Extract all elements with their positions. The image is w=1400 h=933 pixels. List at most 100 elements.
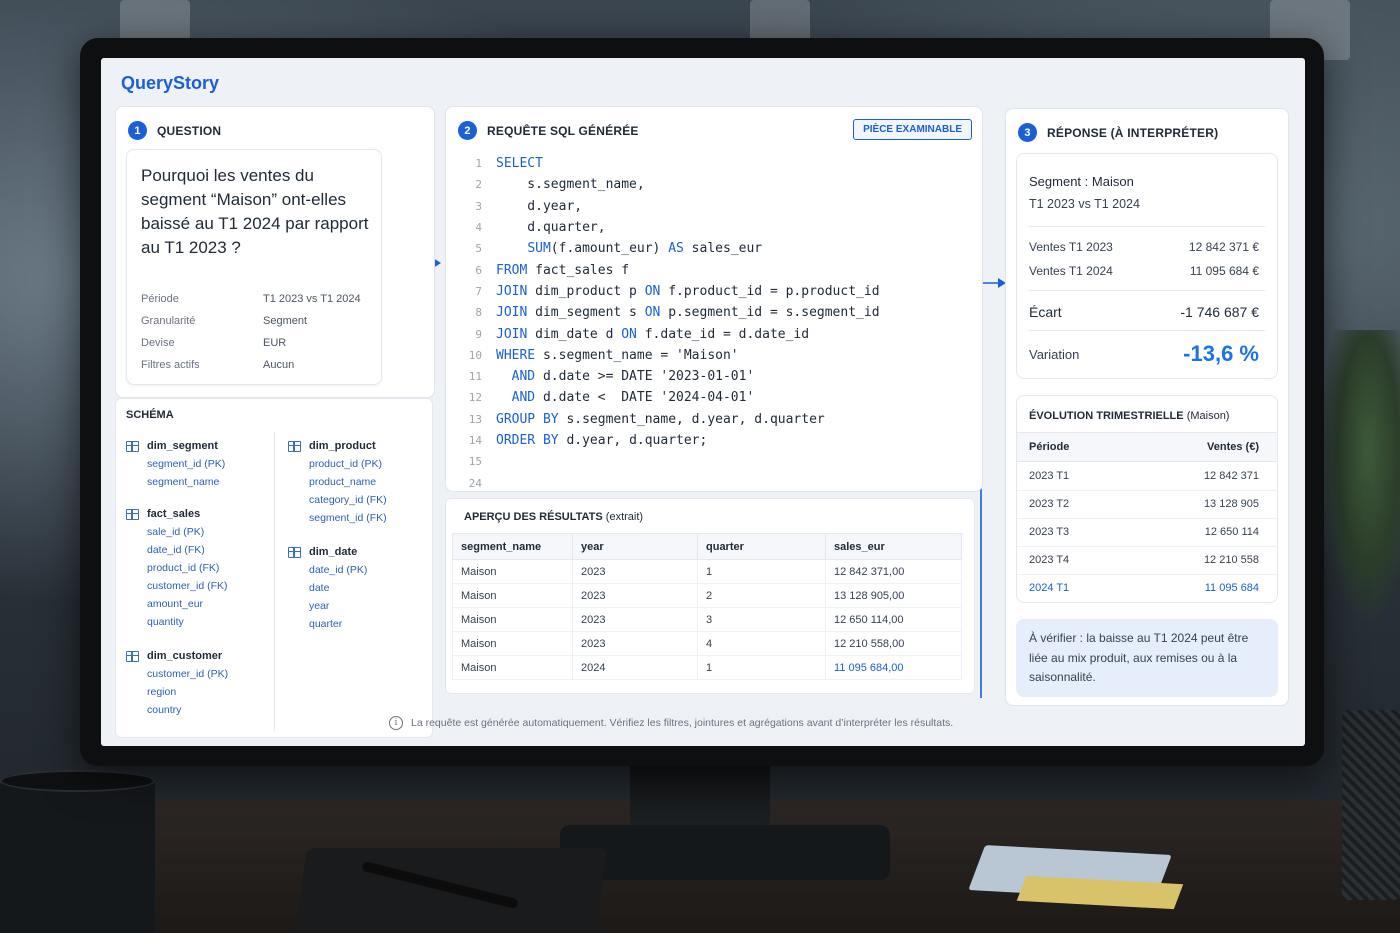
kv-label: Variation [1029,346,1080,362]
column-header[interactable]: Période [1029,441,1069,453]
evolution-sales: 12 650 114 [1204,526,1259,538]
line-number: 10 [468,348,482,362]
code-text: GROUP BY s.segment_name, d.year, d.quart… [496,412,825,427]
column-header[interactable]: Ventes (€) [1207,441,1259,453]
code-line: 2 s.segment_name, [454,174,974,195]
schema-table-dim-date[interactable]: dim_date date_id (PK) date year quarter [288,543,367,633]
verification-note: À vérifier : la baisse au T1 2024 peut ê… [1016,619,1278,697]
table-cell: Maison [452,583,573,608]
sql-panel: 2 REQUÊTE SQL GÉNÉRÉE PIÈCE EXAMINABLE 1… [445,106,983,492]
sql-token: d.date >= DATE '2023-01-01' [535,369,755,385]
schema-table-dim-segment[interactable]: dim_segment segment_id (PK) segment_name [126,437,225,491]
sql-keyword: FROM [496,262,528,278]
table-cell: 2023 [572,583,698,608]
code-line: 24 [454,472,974,493]
meta-key: Période [141,293,179,305]
results-subtitle: (extrait) [605,511,644,523]
table-icon [288,546,301,558]
sql-token: d.quarter, [496,220,606,236]
code-text: ORDER BY d.year, d.quarter; [496,433,707,448]
table-icon [288,440,301,452]
line-number: 1 [475,157,482,171]
sql-token: sales_eur [683,241,763,257]
column-header[interactable]: quarter [697,533,826,560]
step-number: 2 [458,121,477,140]
sql-keyword: SUM [527,241,551,257]
line-number: 2 [475,178,482,192]
divider [1029,330,1265,331]
sql-token: dim_segment s [527,305,645,321]
monitor-stand [630,760,770,830]
line-number: 3 [475,199,482,213]
row-divider [1017,490,1277,491]
evolution-header: Période Ventes (€) [1029,441,1259,453]
sql-code-editor[interactable]: 1 SELECT 2 s.segment_name, 3 d.year, 4 d.qua… [454,153,974,494]
meta-row: Période T1 2023 vs T1 2024 [141,288,377,310]
sql-token: d.year, [496,198,583,214]
table-column: segment_id (FK) [309,512,387,524]
code-line: 10 WHERE s.segment_name = 'Maison' [454,345,974,366]
background-plant [1320,330,1400,630]
schema-table-dim-customer[interactable]: dim_customer customer_id (PK) region cou… [126,647,228,719]
code-line: 5 SUM(f.amount_eur) AS sales_eur [454,238,974,259]
table-cell: 13 128 905,00 [825,583,962,608]
evolution-sales: 12 210 558 [1203,554,1259,566]
evolution-title-text: ÉVOLUTION TRIMESTRIELLE [1029,410,1184,422]
table-column: date_id (FK) [147,544,205,556]
examinable-badge[interactable]: PIÈCE EXAMINABLE [853,119,972,140]
table-column: year [309,600,330,612]
line-number: 11 [468,370,482,384]
sql-token: s.segment_name = 'Maison' [535,347,739,363]
column-header[interactable]: year [572,533,698,560]
column-header[interactable]: segment_name [452,533,573,560]
table-column: date [309,582,330,594]
sql-keyword: AND [511,390,536,406]
meta-value: EUR [263,337,287,349]
column-header[interactable]: sales_eur [825,533,962,560]
table-cell-highlight: 11 095 684,00 [825,655,962,680]
line-number: 12 [468,391,482,405]
table-cell: 2024 [572,655,698,680]
schema-table-dim-product[interactable]: dim_product product_id (PK) product_name… [288,437,387,527]
pen-holder [1342,710,1400,900]
step-number: 1 [128,121,147,140]
sql-keyword: ON [644,283,661,299]
sql-heading: REQUÊTE SQL GÉNÉRÉE [487,123,639,138]
sql-keyword: AS [668,241,684,257]
kv-value: 11 095 684 € [1189,264,1259,278]
code-text: AND d.date < DATE '2024-04-01' [496,390,755,406]
answer-panel: 3 RÉPONSE (À INTERPRÉTER) Segment : Mais… [1005,108,1289,706]
table-cell: 2023 [572,607,698,632]
table-column: country [147,704,182,716]
meta-key: Filtres actifs [141,359,200,371]
code-line: 12 AND d.date < DATE '2024-04-01' [454,387,974,408]
code-text: AND d.date >= DATE '2023-01-01' [496,369,755,385]
table-column: product_name [309,476,377,488]
variation-row: Variation -13,6 % [1029,340,1259,368]
question-meta: Période T1 2023 vs T1 2024 Granularité Seg… [141,288,377,376]
schema-title: SCHÉMA [126,409,174,421]
code-text: FROM fact_sales f [496,263,629,278]
evolution-row-highlight: 2024 T1 11 095 684 [1029,582,1259,594]
table-column: segment_name [147,476,220,488]
question-text: Pourquoi les ventes du segment “Maison” … [141,166,369,257]
code-text: JOIN dim_date d ON f.date_id = d.date_id [496,327,809,342]
table-cell: 3 [697,607,826,632]
table-column: region [147,686,177,698]
sql-keyword: ON [621,326,637,342]
table-column: quarter [309,618,343,630]
table-column: amount_eur [147,598,204,610]
sql-token: d.date < DATE '2024-04-01' [535,390,755,406]
row-divider [1017,574,1277,575]
schema-panel: SCHÉMA dim_segment segment_id (PK) segme… [115,398,433,738]
code-line: 15 [454,451,974,472]
evolution-title-suffix: (Maison) [1186,410,1230,422]
schema-table-fact-sales[interactable]: fact_sales sale_id (PK) date_id (FK) pro… [126,505,228,631]
line-number: 15 [468,455,482,469]
evolution-period: 2024 T1 [1029,582,1070,594]
footer-text: La requête est générée automatiquement. … [411,717,954,729]
app-logo[interactable]: QueryStory [121,73,219,94]
code-line: 4 d.quarter, [454,217,974,238]
